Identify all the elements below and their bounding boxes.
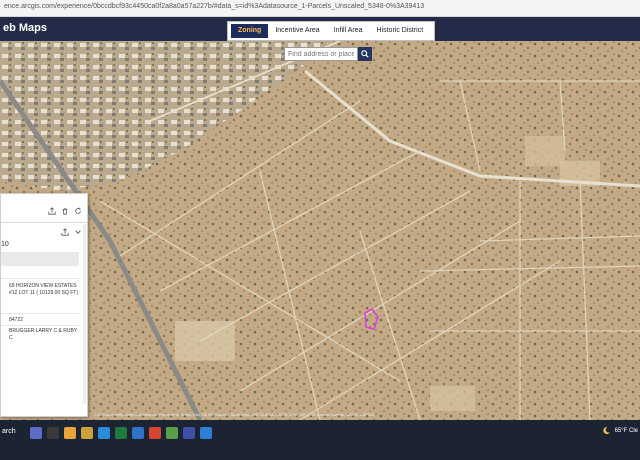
address-search [284, 47, 372, 61]
app-icon[interactable] [183, 427, 195, 439]
search-input[interactable] [284, 47, 358, 61]
word-icon[interactable] [132, 427, 144, 439]
record-header-row [1, 252, 79, 266]
search-button[interactable] [358, 47, 372, 61]
layer-tabs: Zoning Incentive Area Infill Area Histor… [227, 21, 435, 41]
taskbar-search-label[interactable]: arch [2, 428, 16, 435]
url-text: ence.arcgis.com/experience/0bccdbcf93c44… [4, 3, 425, 10]
taskbar-apps [30, 427, 212, 439]
os-taskbar: arch 65°F Cle [0, 420, 640, 460]
record-toolbar [61, 228, 82, 236]
weather-text: 65°F Cle [614, 427, 638, 434]
satellite-map[interactable] [0, 41, 640, 420]
parcel-apn: 84722 [9, 317, 23, 323]
file-explorer-icon[interactable] [64, 427, 76, 439]
row-divider [1, 313, 79, 314]
panel-divider [1, 222, 87, 223]
export-icon[interactable] [61, 228, 69, 236]
widget-icon[interactable] [30, 427, 42, 439]
system-tray: 65°F Cle [602, 426, 638, 435]
app-title: eb Maps [3, 22, 48, 34]
record-number: 10 [1, 241, 9, 248]
app-icon[interactable] [166, 427, 178, 439]
parcel-owner: BRUGGER LARRY C & RUBY C [9, 328, 78, 341]
chrome-icon[interactable] [149, 427, 161, 439]
search-icon [361, 50, 369, 58]
edge-browser-icon[interactable] [98, 427, 110, 439]
share-icon[interactable] [48, 207, 56, 215]
map-attribution: Esri Community Maps Contributors, Provin… [95, 412, 375, 417]
tab-incentive-area[interactable]: Incentive Area [268, 24, 326, 38]
row-divider [1, 325, 79, 326]
row-divider [1, 278, 79, 279]
chevron-down-icon[interactable] [74, 228, 82, 236]
trash-icon[interactable] [61, 207, 69, 215]
folder-icon[interactable] [81, 427, 93, 439]
excel-icon[interactable] [115, 427, 127, 439]
refresh-icon[interactable] [74, 207, 82, 215]
panel-toolbar [48, 207, 82, 215]
tab-historic-district[interactable]: Historic District [370, 24, 431, 38]
map-imagery [0, 41, 640, 420]
weather-moon-icon [602, 426, 610, 435]
panel-scrollbar[interactable] [83, 224, 86, 404]
tab-zoning[interactable]: Zoning [231, 24, 269, 38]
browser-address-bar[interactable]: ence.arcgis.com/experience/0bccdbcf93c44… [0, 0, 640, 17]
parcel-info-panel: 10 69 HORIZON VIEW ESTATES #12 LOT 11 ( … [0, 193, 88, 417]
outlook-icon[interactable] [200, 427, 212, 439]
tab-infill-area[interactable]: Infill Area [327, 24, 370, 38]
parcel-address: 69 HORIZON VIEW ESTATES #12 LOT 11 ( 101… [9, 283, 79, 296]
task-view-icon[interactable] [47, 427, 59, 439]
